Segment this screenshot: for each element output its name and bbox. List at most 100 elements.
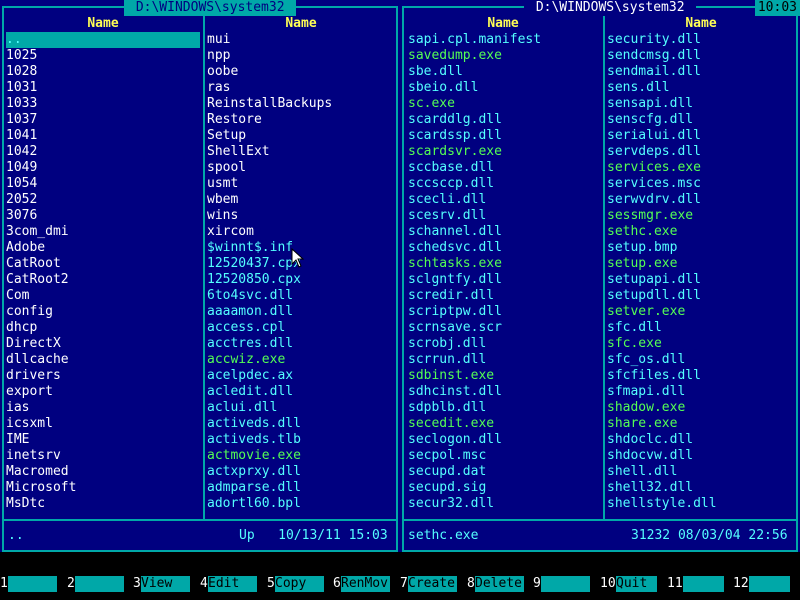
file-list-item[interactable]: sclgntfy.dll — [408, 272, 600, 288]
file-list-item[interactable]: actxprxy.dll — [207, 464, 393, 480]
fkey-6[interactable]: 6 RenMov — [333, 576, 400, 592]
file-list-item[interactable]: shell32.dll — [607, 480, 793, 496]
file-list-item[interactable]: sensapi.dll — [607, 96, 793, 112]
file-list-item[interactable]: 1041 — [6, 128, 200, 144]
file-list-item[interactable]: servdeps.dll — [607, 144, 793, 160]
file-list-item[interactable]: wbem — [207, 192, 393, 208]
file-list-item[interactable]: sccsccp.dll — [408, 176, 600, 192]
file-list-item[interactable]: setup.exe — [607, 256, 793, 272]
file-list-item[interactable]: 3076 — [6, 208, 200, 224]
file-list-item[interactable]: scesrv.dll — [408, 208, 600, 224]
fkey-9[interactable]: 9 — [533, 576, 600, 592]
file-list-item[interactable]: mui — [207, 32, 393, 48]
file-list-item[interactable]: sbe.dll — [408, 64, 600, 80]
file-list-item[interactable]: sdhcinst.dll — [408, 384, 600, 400]
file-list-item[interactable]: xircom — [207, 224, 393, 240]
file-list-item[interactable]: scardsvr.exe — [408, 144, 600, 160]
file-list-item[interactable]: scrnsave.scr — [408, 320, 600, 336]
file-list-item[interactable]: dllcache — [6, 352, 200, 368]
file-list-item[interactable]: setup.bmp — [607, 240, 793, 256]
file-list-item[interactable]: senscfg.dll — [607, 112, 793, 128]
file-list-item[interactable]: share.exe — [607, 416, 793, 432]
file-list-item[interactable]: Setup — [207, 128, 393, 144]
file-list-item[interactable]: sens.dll — [607, 80, 793, 96]
file-list-item[interactable]: services.exe — [607, 160, 793, 176]
fkey-3[interactable]: 3 View — [133, 576, 200, 592]
file-list-item[interactable]: spool — [207, 160, 393, 176]
file-list-item[interactable]: shdocvw.dll — [607, 448, 793, 464]
file-list-item[interactable]: 1025 — [6, 48, 200, 64]
file-list-item[interactable]: oobe — [207, 64, 393, 80]
file-list-item[interactable]: 1031 — [6, 80, 200, 96]
file-list-item[interactable]: sendmail.dll — [607, 64, 793, 80]
file-list-item[interactable]: CatRoot — [6, 256, 200, 272]
file-list-item[interactable]: npp — [207, 48, 393, 64]
file-list-item[interactable]: ias — [6, 400, 200, 416]
file-list-item[interactable]: sfc.dll — [607, 320, 793, 336]
file-list-item[interactable]: scarddlg.dll — [408, 112, 600, 128]
file-list-item[interactable]: admparse.dll — [207, 480, 393, 496]
fkey-2[interactable]: 2 — [67, 576, 134, 592]
file-list-item[interactable]: Adobe — [6, 240, 200, 256]
fkey-7[interactable]: 7 Create — [400, 576, 467, 592]
file-list-item[interactable]: services.msc — [607, 176, 793, 192]
file-list-item[interactable]: secpol.msc — [408, 448, 600, 464]
file-list-item[interactable]: 1042 — [6, 144, 200, 160]
file-list-item[interactable]: savedump.exe — [408, 48, 600, 64]
file-list-item[interactable]: sfmapi.dll — [607, 384, 793, 400]
file-list-item[interactable]: scredir.dll — [408, 288, 600, 304]
fkey-12[interactable]: 12 — [733, 576, 800, 592]
file-list-item[interactable]: sc.exe — [408, 96, 600, 112]
file-list-item[interactable]: 12520850.cpx — [207, 272, 393, 288]
fkey-4[interactable]: 4 Edit — [200, 576, 267, 592]
file-list-item[interactable]: secupd.sig — [408, 480, 600, 496]
file-list-item[interactable]: DirectX — [6, 336, 200, 352]
file-list-item[interactable]: serialui.dll — [607, 128, 793, 144]
file-list-item[interactable]: schtasks.exe — [408, 256, 600, 272]
file-list-item[interactable]: shellstyle.dll — [607, 496, 793, 512]
right-col1-header[interactable]: Name — [404, 16, 602, 32]
fkey-10[interactable]: 10 Quit — [600, 576, 667, 592]
file-list-item[interactable]: accwiz.exe — [207, 352, 393, 368]
file-list-item[interactable]: activeds.dll — [207, 416, 393, 432]
file-list-item[interactable]: usmt — [207, 176, 393, 192]
file-list-item[interactable]: wins — [207, 208, 393, 224]
file-list-item[interactable]: dhcp — [6, 320, 200, 336]
file-list-item[interactable]: setver.exe — [607, 304, 793, 320]
file-list-item[interactable]: sendcmsg.dll — [607, 48, 793, 64]
file-list-item[interactable]: Macromed — [6, 464, 200, 480]
file-list-item[interactable]: seclogon.dll — [408, 432, 600, 448]
file-list-item[interactable]: sccbase.dll — [408, 160, 600, 176]
right-col2-header[interactable]: Name — [606, 16, 796, 32]
file-list-item[interactable]: sessmgr.exe — [607, 208, 793, 224]
file-list-item[interactable]: shell.dll — [607, 464, 793, 480]
file-list-item[interactable]: ReinstallBackups — [207, 96, 393, 112]
file-list-item[interactable]: acctres.dll — [207, 336, 393, 352]
file-list-item[interactable]: serwvdrv.dll — [607, 192, 793, 208]
file-list-item[interactable]: inetsrv — [6, 448, 200, 464]
fkey-11[interactable]: 11 — [667, 576, 734, 592]
file-list-item[interactable]: schedsvc.dll — [408, 240, 600, 256]
file-list-item[interactable]: secur32.dll — [408, 496, 600, 512]
right-panel[interactable]: D:\WINDOWS\system32 10:03 Name Name sapi… — [400, 0, 800, 552]
file-list-item[interactable]: adortl60.bpl — [207, 496, 393, 512]
file-list-item[interactable]: sfc.exe — [607, 336, 793, 352]
left-col2-header[interactable]: Name — [206, 16, 396, 32]
file-list-item[interactable]: aaaamon.dll — [207, 304, 393, 320]
file-list-item[interactable]: setupapi.dll — [607, 272, 793, 288]
file-list-item[interactable]: export — [6, 384, 200, 400]
fkey-1[interactable]: 1 — [0, 576, 67, 592]
file-list-item[interactable]: secedit.exe — [408, 416, 600, 432]
file-list-item[interactable]: 2052 — [6, 192, 200, 208]
file-list-item[interactable]: 1049 — [6, 160, 200, 176]
file-list-item[interactable]: scrobj.dll — [408, 336, 600, 352]
fkey-5[interactable]: 5 Copy — [267, 576, 334, 592]
file-list-item[interactable]: 6to4svc.dll — [207, 288, 393, 304]
file-list-item[interactable]: sdbinst.exe — [408, 368, 600, 384]
file-list-item[interactable]: scriptpw.dll — [408, 304, 600, 320]
file-list-item[interactable]: 1054 — [6, 176, 200, 192]
file-list-item[interactable]: Restore — [207, 112, 393, 128]
file-list-item[interactable]: shdoclc.dll — [607, 432, 793, 448]
file-list-item[interactable]: sapi.cpl.manifest — [408, 32, 600, 48]
file-list-item[interactable]: setupdll.dll — [607, 288, 793, 304]
